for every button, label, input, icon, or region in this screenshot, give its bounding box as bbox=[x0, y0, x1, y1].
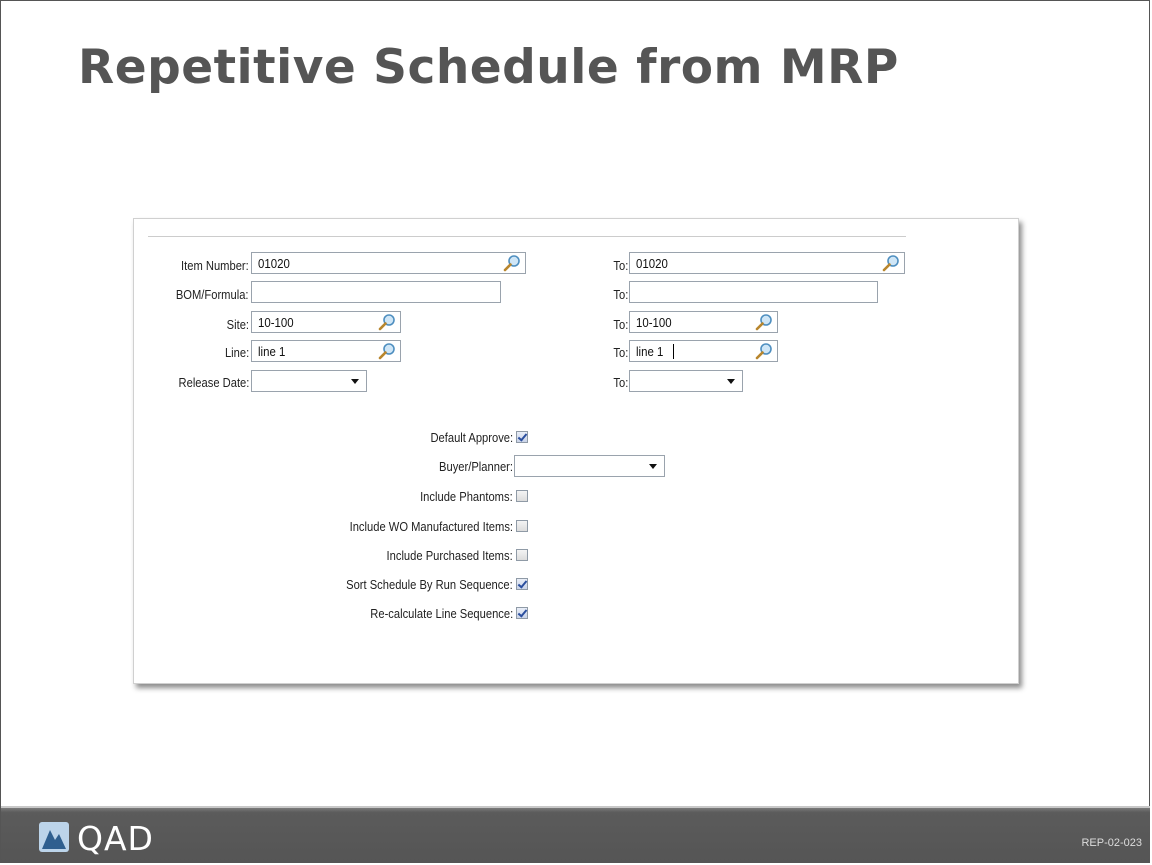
qad-logo-icon bbox=[39, 822, 69, 852]
item-number-to-input[interactable]: 01020 bbox=[629, 252, 905, 274]
item-number-label: Item Number: bbox=[181, 258, 249, 273]
buyer-planner-label: Buyer/Planner: bbox=[439, 459, 513, 474]
line-label: Line: bbox=[224, 345, 249, 360]
sort-by-run-checkbox[interactable] bbox=[516, 578, 528, 590]
line-to-input[interactable]: line 1 bbox=[629, 340, 778, 362]
line-to-value: line 1 bbox=[636, 344, 664, 359]
magnifier-icon[interactable] bbox=[377, 313, 397, 331]
chevron-down-icon[interactable] bbox=[351, 379, 359, 384]
include-purchased-label: Include Purchased Items: bbox=[386, 548, 513, 563]
item-number-from-value: 01020 bbox=[258, 256, 290, 271]
slide-title: Repetitive Schedule from MRP bbox=[78, 40, 899, 95]
default-approve-label: Default Approve: bbox=[430, 430, 513, 445]
item-number-to-label: To: bbox=[613, 258, 628, 273]
default-approve-checkbox[interactable] bbox=[516, 431, 528, 443]
chevron-down-icon[interactable] bbox=[727, 379, 735, 384]
bom-formula-from-input[interactable] bbox=[251, 281, 501, 303]
buyer-planner-dropdown[interactable] bbox=[514, 455, 665, 477]
magnifier-icon[interactable] bbox=[502, 254, 522, 272]
item-number-to-value: 01020 bbox=[636, 256, 668, 271]
line-from-input[interactable]: line 1 bbox=[251, 340, 401, 362]
release-date-to-label: To: bbox=[613, 375, 628, 390]
include-wo-checkbox[interactable] bbox=[516, 520, 528, 532]
sort-by-run-label: Sort Schedule By Run Sequence: bbox=[346, 577, 513, 592]
site-from-input[interactable]: 10-100 bbox=[251, 311, 401, 333]
site-from-value: 10-100 bbox=[258, 315, 294, 330]
include-purchased-checkbox[interactable] bbox=[516, 549, 528, 561]
site-label: Site: bbox=[226, 317, 249, 332]
item-number-from-input[interactable]: 01020 bbox=[251, 252, 526, 274]
chevron-down-icon[interactable] bbox=[649, 464, 657, 469]
include-phantoms-checkbox[interactable] bbox=[516, 490, 528, 502]
release-date-from-dropdown[interactable] bbox=[251, 370, 367, 392]
bom-formula-to-label: To: bbox=[613, 287, 628, 302]
bom-formula-to-input[interactable] bbox=[629, 281, 878, 303]
release-date-label: Release Date: bbox=[178, 375, 249, 390]
line-to-label: To: bbox=[613, 345, 628, 360]
text-cursor bbox=[673, 344, 674, 359]
magnifier-icon[interactable] bbox=[377, 342, 397, 360]
recalc-line-seq-checkbox[interactable] bbox=[516, 607, 528, 619]
site-to-value: 10-100 bbox=[636, 315, 672, 330]
line-from-value: line 1 bbox=[258, 344, 286, 359]
form-panel: Item Number: 01020 To: 01020 BOM/Formula… bbox=[133, 218, 1019, 684]
brand-logo-text: QAD bbox=[77, 819, 154, 858]
separator bbox=[148, 236, 906, 237]
footer-bar: QAD REP-02-023 bbox=[1, 808, 1150, 863]
include-wo-label: Include WO Manufactured Items: bbox=[349, 519, 513, 534]
slide-code: REP-02-023 bbox=[1081, 837, 1142, 849]
site-to-label: To: bbox=[613, 317, 628, 332]
site-to-input[interactable]: 10-100 bbox=[629, 311, 778, 333]
magnifier-icon[interactable] bbox=[754, 342, 774, 360]
include-phantoms-label: Include Phantoms: bbox=[420, 489, 513, 504]
bom-formula-label: BOM/Formula: bbox=[176, 287, 249, 302]
magnifier-icon[interactable] bbox=[754, 313, 774, 331]
release-date-to-dropdown[interactable] bbox=[629, 370, 743, 392]
recalc-line-seq-label: Re-calculate Line Sequence: bbox=[370, 606, 513, 621]
magnifier-icon[interactable] bbox=[881, 254, 901, 272]
